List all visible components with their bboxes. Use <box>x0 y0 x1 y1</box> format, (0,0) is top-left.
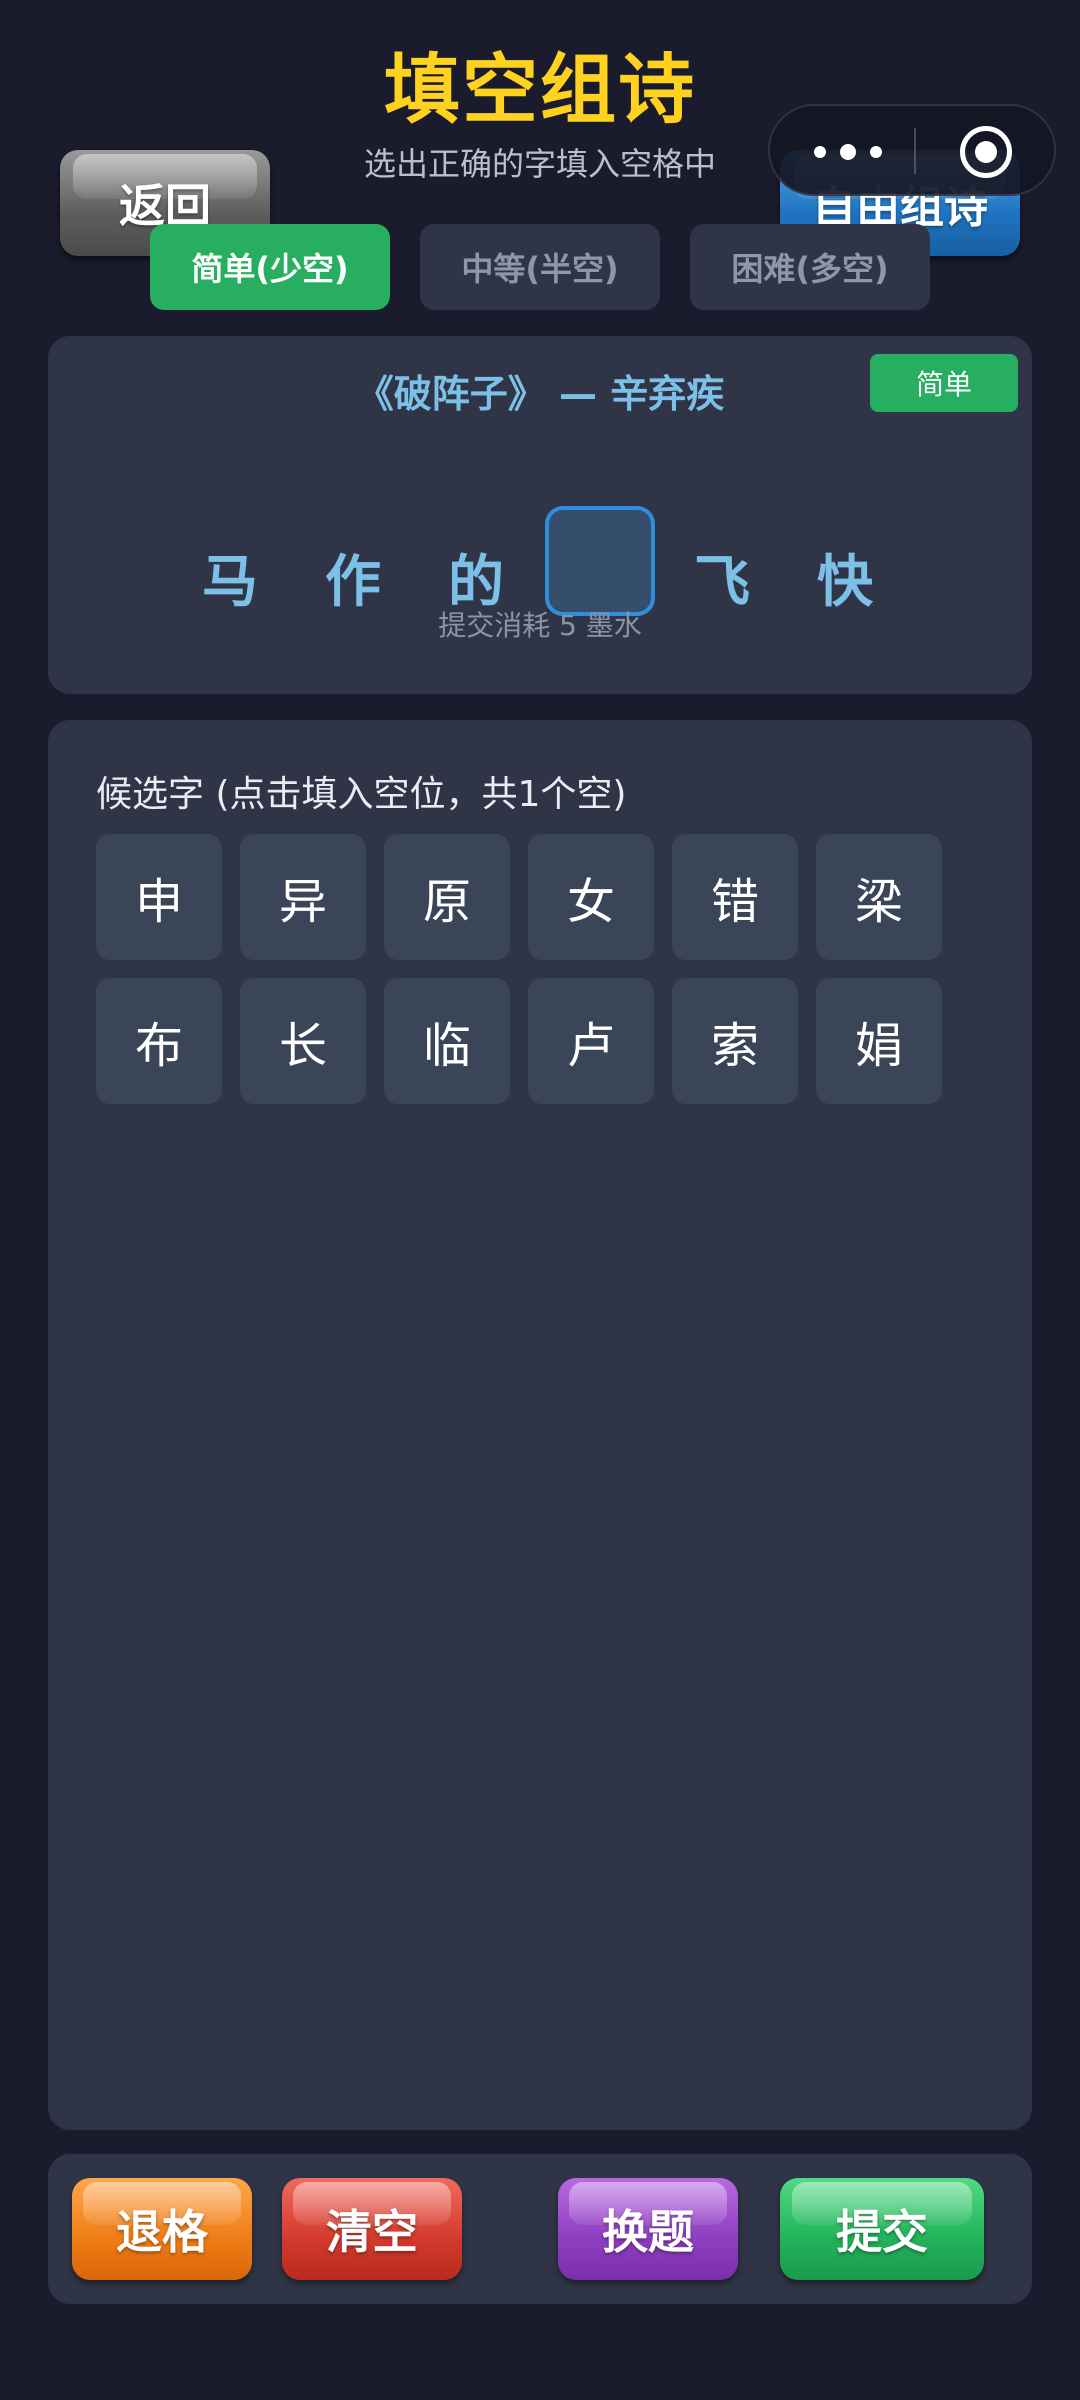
clear-button[interactable]: 清空 <box>282 2178 462 2280</box>
candidate-char[interactable]: 卢 <box>528 978 654 1104</box>
tab-easy[interactable]: 简单(少空) <box>150 224 390 310</box>
change-question-button[interactable]: 换题 <box>558 2178 738 2280</box>
candidate-char[interactable]: 异 <box>240 834 366 960</box>
tab-hard[interactable]: 困难(多空) <box>690 224 930 310</box>
action-bar: 退格 清空 换题 提交 <box>48 2154 1032 2304</box>
target-circle-icon[interactable] <box>960 126 1012 178</box>
backspace-button-label: 退格 <box>116 2205 208 2259</box>
candidate-char[interactable]: 错 <box>672 834 798 960</box>
candidate-char[interactable]: 申 <box>96 834 222 960</box>
submit-button-label: 提交 <box>836 2205 928 2259</box>
candidate-char[interactable]: 娟 <box>816 978 942 1104</box>
submit-button[interactable]: 提交 <box>780 2178 984 2280</box>
candidate-char[interactable]: 梁 <box>816 834 942 960</box>
level-badge: 简单 <box>870 354 1018 412</box>
candidate-char[interactable]: 长 <box>240 978 366 1104</box>
candidate-char[interactable]: 临 <box>384 978 510 1104</box>
candidate-char[interactable]: 女 <box>528 834 654 960</box>
backspace-button[interactable]: 退格 <box>72 2178 252 2280</box>
submit-cost-hint: 提交消耗 5 墨水 <box>438 609 642 642</box>
more-dots-icon[interactable] <box>804 106 894 198</box>
poem-card: 《破阵子》 — 辛弃疾 简单 马 作 的 飞 快 提交消耗 5 墨水 <box>48 336 1032 694</box>
candidate-char[interactable]: 索 <box>672 978 798 1104</box>
candidate-grid: 申 异 原 女 错 梁 布 长 临 卢 索 娟 <box>96 834 996 1104</box>
capsule-divider <box>914 128 916 174</box>
candidate-panel: 候选字 (点击填入空位，共1个空) 申 异 原 女 错 梁 布 长 临 卢 索 … <box>48 720 1032 2130</box>
candidate-char[interactable]: 原 <box>384 834 510 960</box>
candidate-title: 候选字 (点击填入空位，共1个空) <box>96 774 627 815</box>
tab-medium[interactable]: 中等(半空) <box>420 224 660 310</box>
clear-button-label: 清空 <box>326 2205 418 2259</box>
change-question-button-label: 换题 <box>602 2205 694 2259</box>
miniprogram-capsule <box>768 104 1056 196</box>
candidate-char[interactable]: 布 <box>96 978 222 1104</box>
blank-slot[interactable] <box>545 506 655 616</box>
